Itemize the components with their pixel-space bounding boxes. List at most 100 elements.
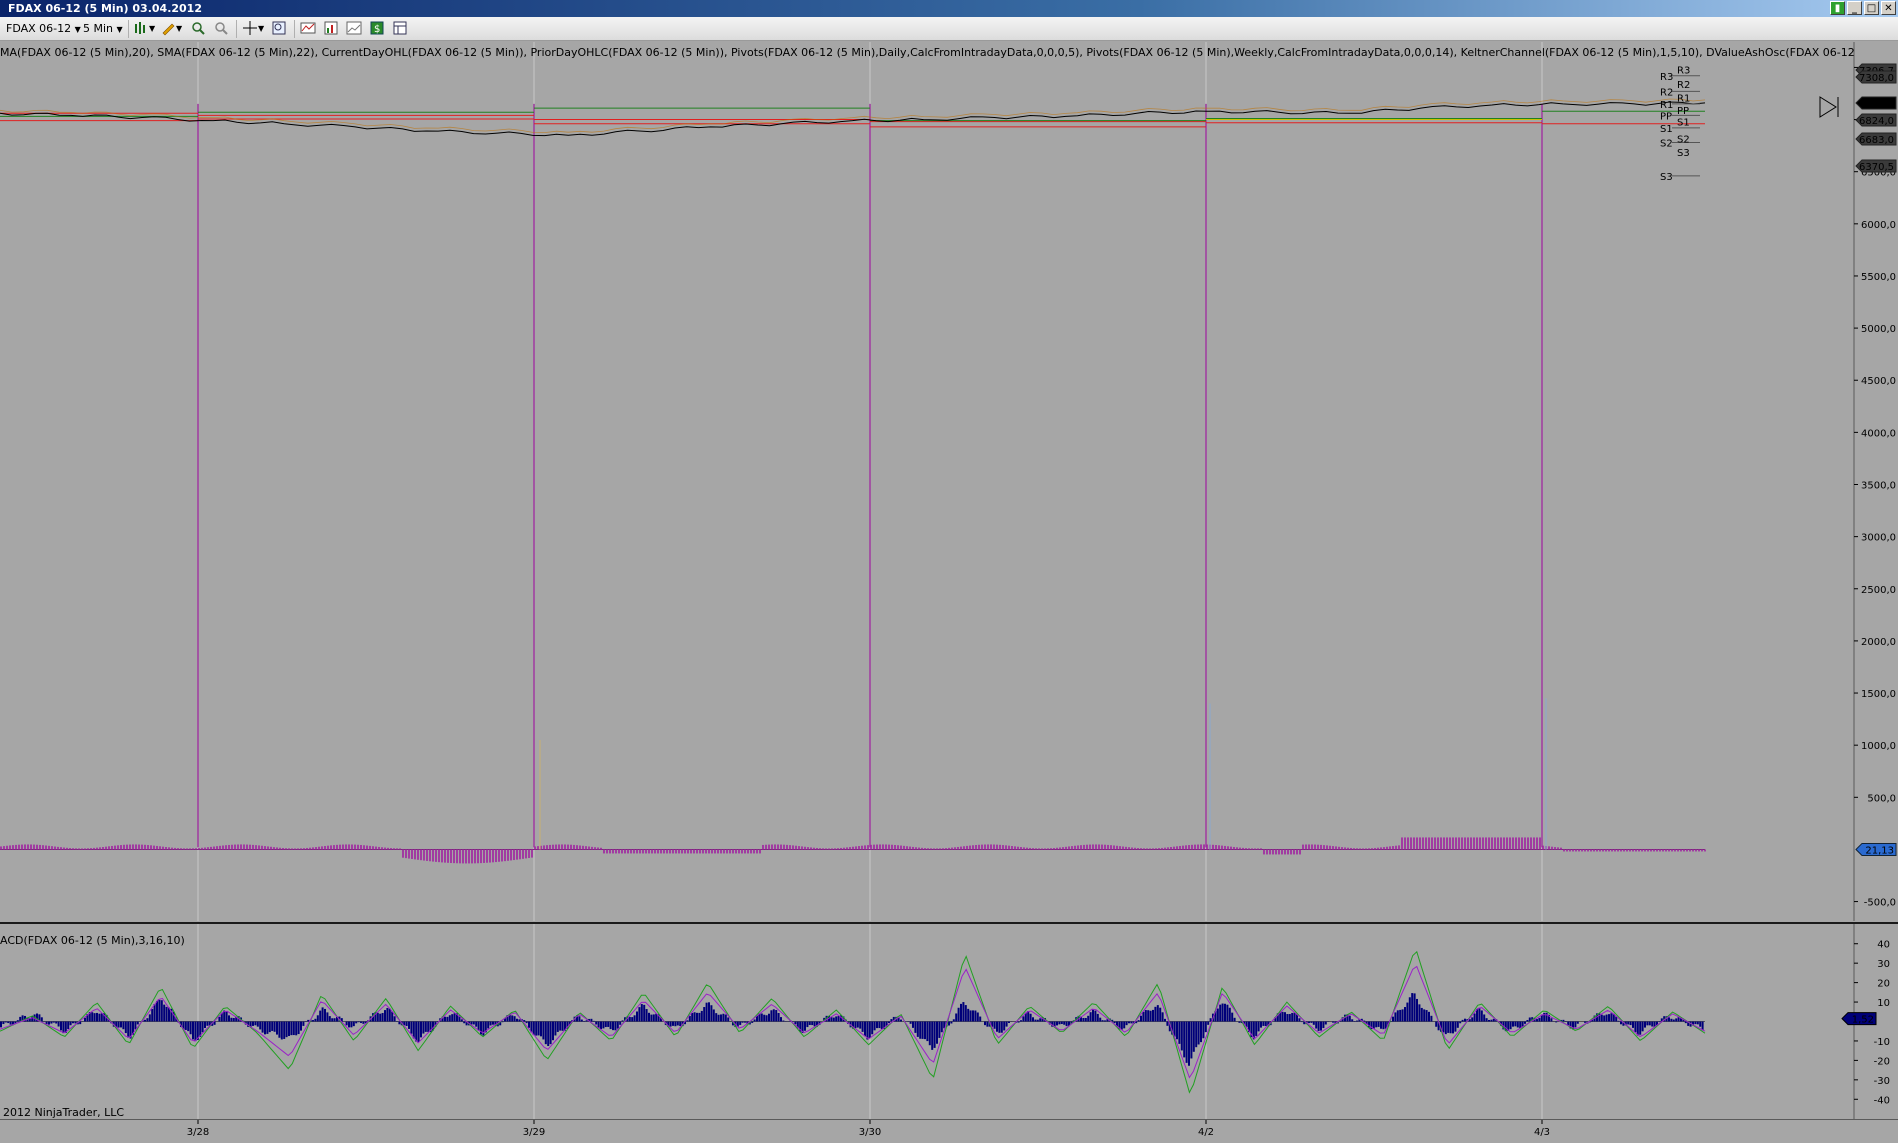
oscillator-bar xyxy=(900,846,902,850)
crosshair-icon[interactable] xyxy=(242,20,258,36)
oscillator-bar xyxy=(1173,847,1175,850)
oscillator-bar xyxy=(141,845,143,850)
price-panel[interactable]: 7500,07000,06500,06000,05500,05000,04500… xyxy=(0,42,1898,921)
ninjatrader-status-icon[interactable]: ▮ xyxy=(1830,1,1845,15)
macd-histogram-bar xyxy=(204,1022,206,1029)
price-tag: 6824,0 xyxy=(1856,114,1896,127)
oscillator-bar xyxy=(840,848,842,849)
oscillator-bar xyxy=(252,845,254,850)
oscillator-bar xyxy=(255,845,257,849)
macd-histogram-bar xyxy=(1399,1010,1401,1022)
macd-histogram-bar xyxy=(317,1015,319,1021)
oscillator-bar xyxy=(870,845,872,850)
oscillator-bar xyxy=(1182,846,1184,850)
oscillator-bar xyxy=(1233,847,1235,849)
macd-histogram-bar xyxy=(84,1018,86,1022)
macd-histogram-bar xyxy=(283,1022,285,1039)
chart-properties-icon[interactable] xyxy=(346,20,362,36)
oscillator-bar xyxy=(861,846,863,850)
oscillator-bar xyxy=(960,847,962,850)
interval-selector[interactable]: 5 Min ▼ xyxy=(83,21,123,37)
oscillator-bar xyxy=(681,849,683,853)
oscillator-bar xyxy=(1407,837,1409,849)
macd-histogram-bar xyxy=(1224,1004,1226,1022)
oscillator-bar xyxy=(1143,848,1145,849)
minimize-button[interactable]: _ xyxy=(1847,1,1862,15)
indicators-icon[interactable] xyxy=(300,20,316,36)
macd-histogram-bar xyxy=(1301,1022,1303,1023)
oscillator-bar xyxy=(1248,848,1250,849)
oscillator-bar xyxy=(414,849,416,859)
macd-histogram-bar xyxy=(634,1015,636,1021)
macd-histogram-bar xyxy=(134,1022,136,1030)
oscillator-bar xyxy=(270,847,272,850)
macd-histogram-bar xyxy=(1325,1022,1327,1025)
macd-histogram-bar xyxy=(1462,1020,1464,1022)
macd-histogram-bar xyxy=(703,1007,705,1021)
oscillator-bar xyxy=(780,845,782,850)
macd-histogram-bar xyxy=(2,1022,4,1025)
restore-button[interactable]: □ xyxy=(1864,1,1879,15)
indicator-list: MA(FDAX 06-12 (5 Min),20), SMA(FDAX 06-1… xyxy=(0,46,1855,59)
oscillator-bar xyxy=(768,845,770,850)
oscillator-bar xyxy=(1005,845,1007,849)
oscillator-bar xyxy=(12,845,14,849)
oscillator-bar xyxy=(288,848,290,849)
oscillator-bar xyxy=(549,845,551,850)
price-tag-text: 6370,5 xyxy=(1859,162,1894,173)
chevron-down-icon[interactable]: ▼ xyxy=(176,21,182,37)
macd-histogram-bar xyxy=(970,1010,972,1021)
macd-histogram-bar xyxy=(1694,1022,1696,1025)
templates-icon[interactable] xyxy=(392,20,408,36)
oscillator-bar xyxy=(1353,848,1355,849)
oscillator-bar xyxy=(1533,837,1535,849)
macd-histogram-bar xyxy=(1668,1017,1670,1021)
oscillator-bar xyxy=(129,845,131,850)
oscillator-bar xyxy=(0,846,2,849)
macd-histogram-bar xyxy=(972,1010,974,1021)
macd-histogram-bar xyxy=(1699,1022,1701,1027)
chevron-down-icon[interactable]: ▼ xyxy=(149,21,155,37)
macd-chart[interactable]: 40302010-10-20-30-401,52 xyxy=(0,924,1898,1119)
oscillator-bar xyxy=(1422,837,1424,849)
dollar-icon[interactable]: $ xyxy=(369,20,385,36)
oscillator-bar xyxy=(1467,837,1469,849)
macd-histogram-bar xyxy=(1318,1022,1320,1031)
macd-histogram-bar xyxy=(1310,1022,1312,1023)
macd-histogram-bar xyxy=(1190,1022,1192,1059)
oscillator-bar xyxy=(1296,849,1298,854)
macd-histogram-bar xyxy=(1039,1018,1041,1021)
macd-histogram-bar xyxy=(900,1020,902,1022)
macd-histogram-bar xyxy=(1378,1022,1380,1027)
oscillator-bar xyxy=(201,848,203,850)
macd-histogram-bar xyxy=(701,1011,703,1022)
strategies-icon[interactable] xyxy=(323,20,339,36)
close-button[interactable]: ✕ xyxy=(1881,1,1896,15)
macd-histogram-bar xyxy=(562,1022,564,1031)
price-chart[interactable]: 7500,07000,06500,06000,05500,05000,04500… xyxy=(0,42,1898,921)
oscillator-bar xyxy=(678,849,680,853)
chevron-down-icon[interactable]: ▼ xyxy=(258,21,264,37)
oscillator-bar xyxy=(1359,848,1361,849)
macd-histogram-bar xyxy=(1642,1022,1644,1032)
macd-histogram-bar xyxy=(754,1019,756,1021)
data-box-icon[interactable] xyxy=(271,20,287,36)
macd-histogram-bar xyxy=(420,1022,422,1038)
oscillator-bar xyxy=(825,848,827,849)
macd-panel[interactable]: 40302010-10-20-30-401,52 xyxy=(0,924,1898,1119)
macd-histogram-bar xyxy=(926,1022,928,1042)
macd-histogram-bar xyxy=(413,1022,415,1039)
price-tag-text: 7048,5 xyxy=(1859,99,1894,110)
oscillator-bar xyxy=(699,849,701,853)
zoom-in-icon[interactable] xyxy=(190,20,206,36)
instrument-selector[interactable]: FDAX 06-12 ▼ xyxy=(6,21,81,37)
macd-histogram-bar xyxy=(1639,1022,1641,1035)
macd-histogram-bar xyxy=(1493,1019,1495,1022)
oscillator-bar xyxy=(654,849,656,853)
bar-type-icon[interactable] xyxy=(133,20,149,36)
oscillator-bar xyxy=(459,849,461,863)
macd-histogram-bar xyxy=(1092,1009,1094,1021)
oscillator-bar xyxy=(3,846,5,849)
draw-pencil-icon[interactable] xyxy=(160,20,176,36)
zoom-out-icon[interactable] xyxy=(213,20,229,36)
